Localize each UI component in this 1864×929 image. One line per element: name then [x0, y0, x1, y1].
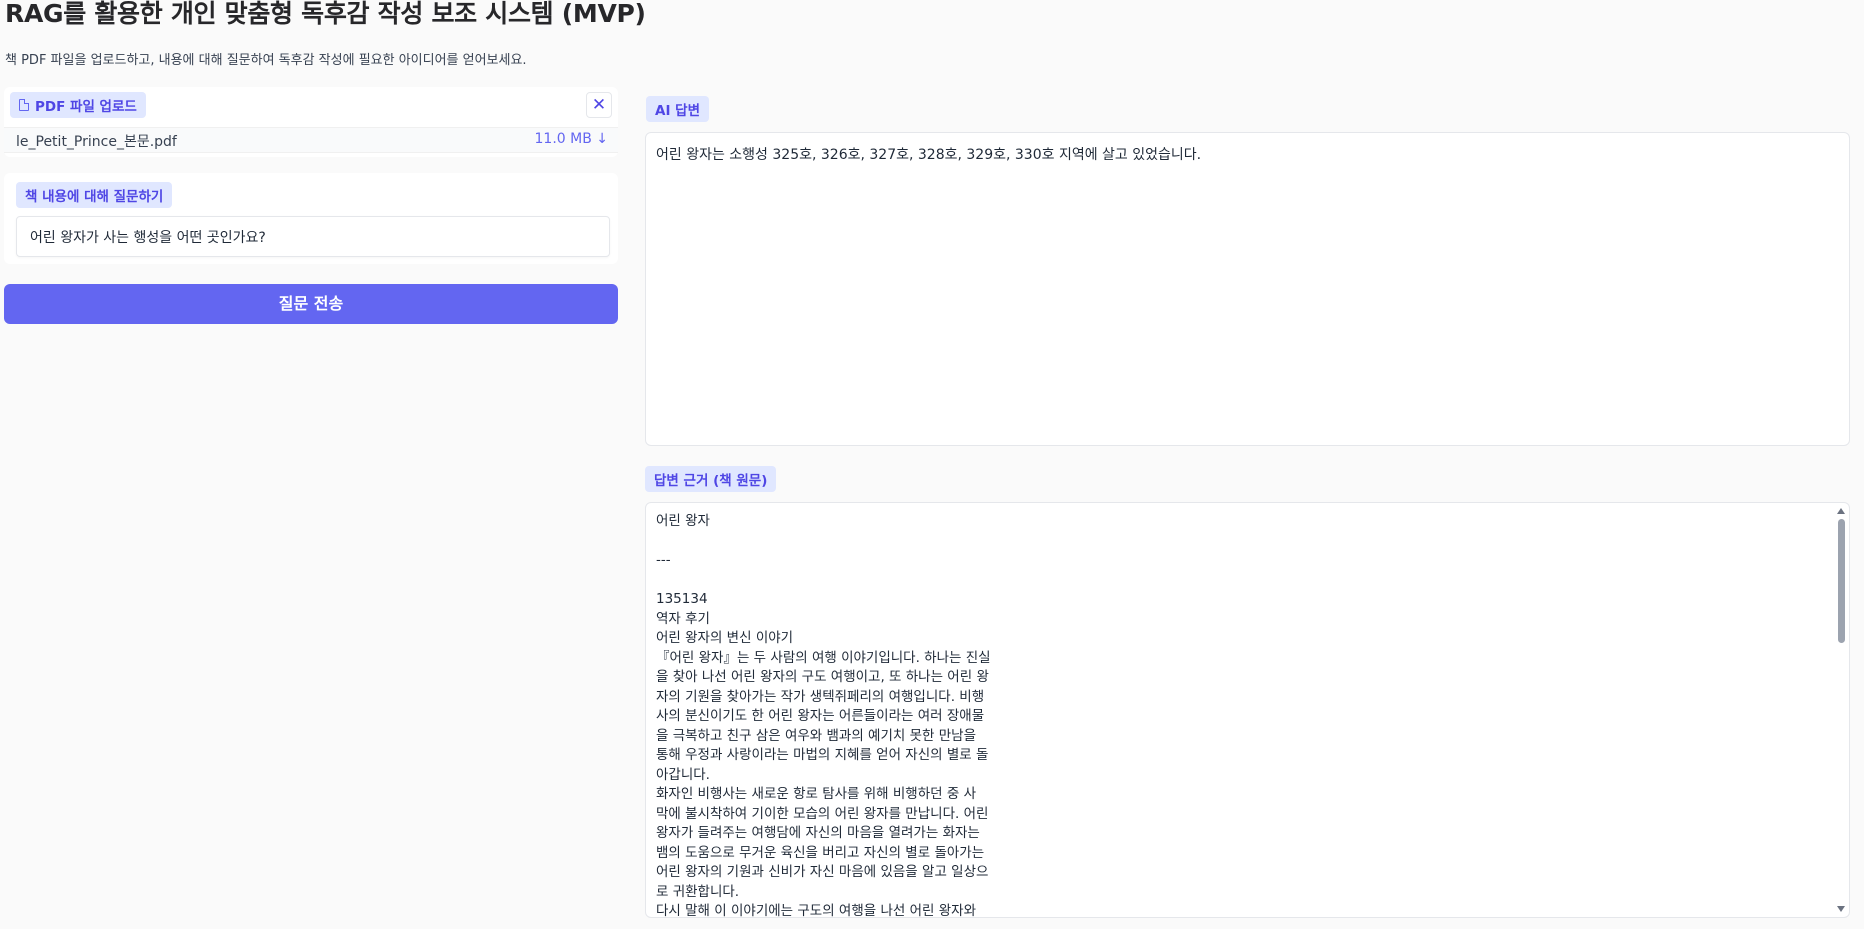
- submit-question-button[interactable]: 질문 전송: [4, 284, 618, 324]
- page-title: RAG를 활용한 개인 맞춤형 독후감 작성 보조 시스템 (MVP): [5, 0, 646, 28]
- app-page: RAG를 활용한 개인 맞춤형 독후감 작성 보조 시스템 (MVP) 책 PD…: [0, 0, 1864, 929]
- uploaded-file-name: le_Petit_Prince_본문.pdf: [16, 134, 177, 150]
- evidence-box[interactable]: 어린 왕자 --- 135134 역자 후기 어린 왕자의 변신 이야기 『어린…: [645, 502, 1850, 918]
- evidence-label: 답변 근거 (책 원문): [645, 466, 777, 492]
- clear-file-button[interactable]: ✕: [586, 92, 612, 118]
- page-description: 책 PDF 파일을 업로드하고, 내용에 대해 질문하여 독후감 작성에 필요한…: [5, 53, 527, 68]
- pdf-upload-label: PDF 파일 업로드: [10, 92, 146, 118]
- ai-answer-box[interactable]: 어린 왕자는 소행성 325호, 326호, 327호, 328호, 329호,…: [645, 132, 1850, 446]
- scroll-up-arrow-icon[interactable]: [1837, 508, 1845, 514]
- ai-answer-label: AI 답변: [646, 96, 710, 122]
- file-download-link[interactable]: 11.0 MB ↓: [535, 131, 609, 147]
- scrollbar-thumb[interactable]: [1838, 519, 1845, 643]
- pdf-upload-label-text: PDF 파일 업로드: [35, 99, 137, 115]
- question-label: 책 내용에 대해 질문하기: [16, 182, 173, 208]
- scroll-down-arrow-icon[interactable]: [1837, 906, 1845, 912]
- question-panel: 책 내용에 대해 질문하기: [4, 173, 618, 264]
- close-icon: ✕: [591, 95, 607, 115]
- evidence-scrollbar[interactable]: [1835, 503, 1847, 917]
- ai-answer-text: 어린 왕자는 소행성 325호, 326호, 327호, 328호, 329호,…: [656, 147, 1202, 163]
- pdf-upload-panel: PDF 파일 업로드 ✕ le_Petit_Prince_본문.pdf 11.0…: [4, 87, 618, 157]
- file-icon: [19, 99, 29, 111]
- question-input[interactable]: [16, 216, 610, 257]
- evidence-text: 어린 왕자 --- 135134 역자 후기 어린 왕자의 변신 이야기 『어린…: [656, 513, 991, 918]
- uploaded-file-row: le_Petit_Prince_본문.pdf 11.0 MB ↓: [4, 127, 618, 153]
